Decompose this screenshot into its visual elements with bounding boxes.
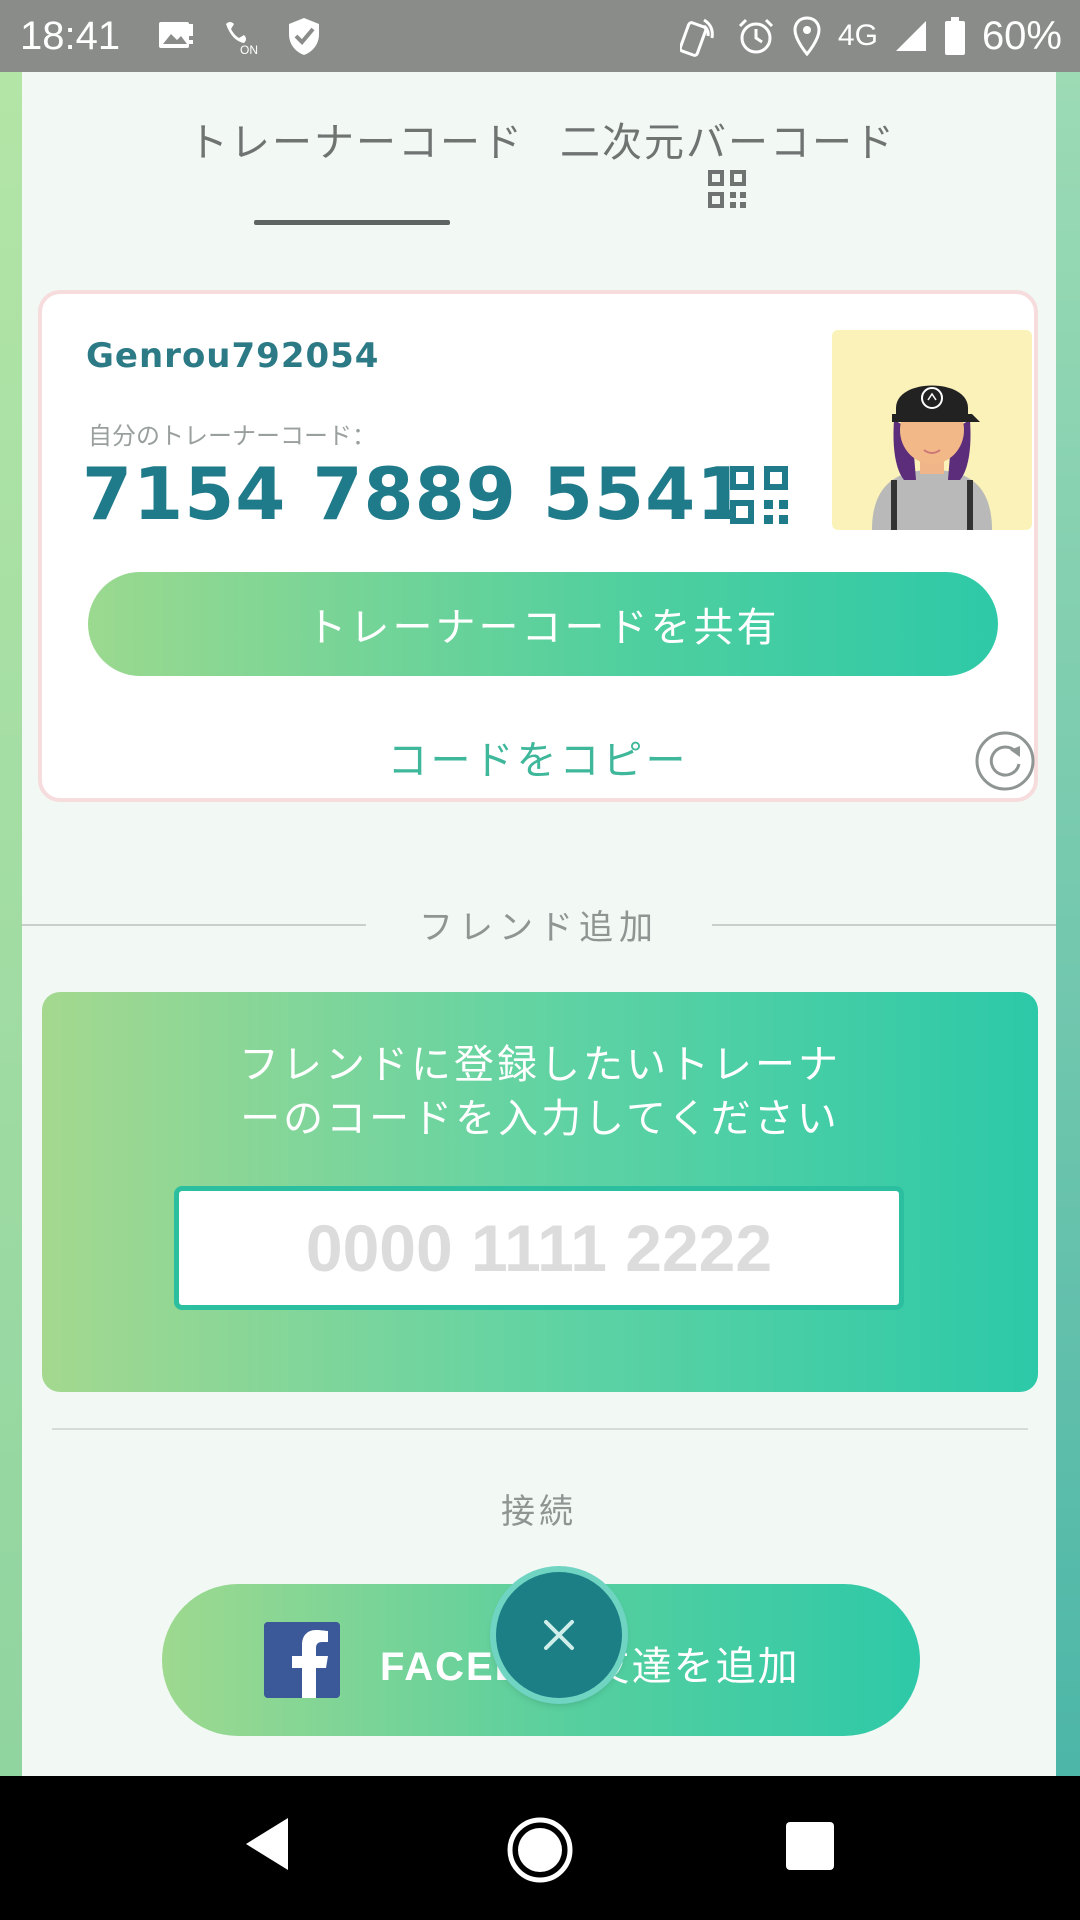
facebook-button-label-end: 友達を追加	[589, 1644, 800, 1690]
tab-selected-indicator	[254, 220, 450, 225]
qr-code-icon[interactable]	[730, 466, 788, 524]
signal-icon	[895, 21, 926, 51]
facebook-icon	[264, 1622, 340, 1698]
svg-text:ON: ON	[240, 43, 258, 56]
navigation-bar	[0, 1776, 1080, 1920]
close-icon	[544, 1620, 574, 1650]
right-frame-border	[1056, 72, 1080, 1776]
refresh-icon[interactable]	[974, 730, 1036, 792]
tab-trainer-code[interactable]: トレーナーコード	[188, 110, 524, 168]
battery-icon	[944, 17, 965, 55]
wifi-calling-icon: ON	[226, 22, 258, 56]
close-button[interactable]	[496, 1572, 622, 1698]
qr-code-icon[interactable]	[708, 170, 746, 208]
shield-icon	[289, 18, 320, 55]
alarm-icon	[738, 18, 773, 54]
section-divider-right	[712, 924, 1056, 926]
tab-2d-barcode[interactable]: 二次元バーコード	[560, 110, 896, 168]
add-friend-panel: フレンドに登録したいトレーナーのコードを入力してください	[42, 992, 1038, 1392]
image-icon	[159, 22, 194, 48]
nfc-icon	[679, 18, 714, 57]
friend-code-input[interactable]	[174, 1186, 904, 1310]
divider	[52, 1428, 1028, 1430]
trainer-username: Genrou792054	[86, 336, 380, 376]
connect-section-title: 接続	[501, 1492, 577, 1532]
battery-percent: 60%	[981, 13, 1062, 58]
home-icon[interactable]	[506, 1816, 574, 1884]
avatar-illustration	[872, 385, 992, 530]
status-time: 18:41	[20, 13, 121, 58]
friend-screen: トレーナーコード 二次元バーコード Genrou792054 自分のトレーナーコ…	[22, 72, 1056, 1776]
recent-apps-icon[interactable]	[786, 1822, 834, 1870]
location-icon	[793, 16, 821, 56]
back-icon[interactable]	[244, 1816, 290, 1872]
status-bar: 18:41 ON 4G 60%	[0, 0, 1080, 72]
trainer-code-value: 7154 7889 5541	[82, 452, 748, 536]
add-friend-prompt-text: フレンドに登録したいトレーナーのコードを入力してください	[239, 1042, 841, 1142]
network-type: 4G	[837, 19, 878, 52]
left-frame-border	[0, 72, 22, 1776]
share-trainer-code-button[interactable]: トレーナーコードを共有	[88, 572, 998, 676]
trainer-code-card: Genrou792054 自分のトレーナーコード： 7154 7889 5541	[38, 290, 1038, 802]
trainer-code-label: 自分のトレーナーコード：	[88, 422, 376, 450]
copy-code-link[interactable]: コードをコピー	[42, 728, 1034, 786]
trainer-avatar	[832, 330, 1032, 530]
add-friend-prompt: フレンドに登録したいトレーナーのコードを入力してください	[42, 1038, 1038, 1146]
